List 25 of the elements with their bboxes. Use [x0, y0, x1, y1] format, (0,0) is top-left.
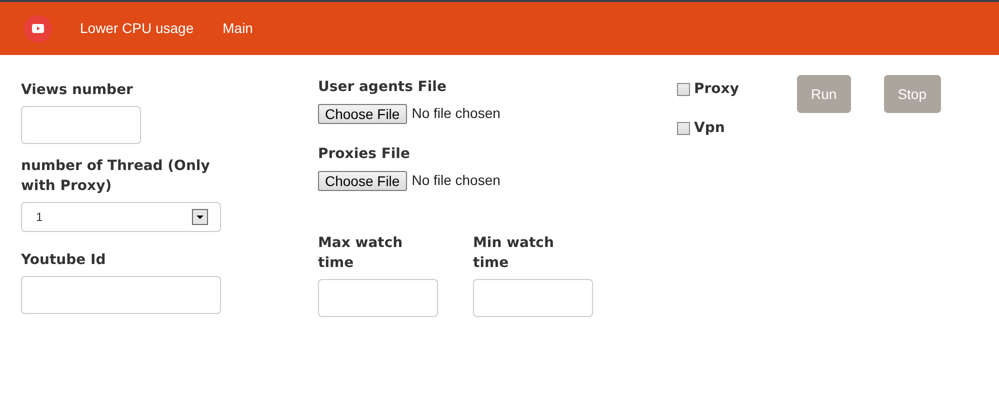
- thread-select[interactable]: 1: [21, 202, 221, 232]
- action-button[interactable]: Stop: [884, 75, 940, 113]
- field-label: Youtube Id: [21, 251, 107, 270]
- checkbox[interactable]: [677, 122, 690, 135]
- action-button[interactable]: Run: [797, 75, 851, 113]
- field-label: Views number: [21, 81, 134, 100]
- file-status-text: No file chosen: [412, 104, 500, 123]
- nav-link[interactable]: Main: [222, 18, 253, 39]
- nav-link[interactable]: Lower CPU usage: [80, 18, 194, 39]
- choose-file-button[interactable]: Choose File: [318, 170, 407, 190]
- field-label: Max watch time: [318, 234, 404, 273]
- field-label: Proxies File: [318, 145, 411, 164]
- checkbox[interactable]: [677, 83, 690, 96]
- field-label: User agents File: [318, 78, 448, 97]
- file-status-text: No file chosen: [412, 171, 500, 190]
- field-label: Min watch time: [473, 234, 555, 273]
- checkbox-label: Proxy: [694, 80, 739, 99]
- input-field[interactable]: [318, 279, 438, 317]
- video-play-icon[interactable]: [24, 14, 52, 42]
- field-label: number of Thread (Only with Proxy): [21, 157, 211, 196]
- input-field[interactable]: [21, 106, 141, 144]
- input-field[interactable]: [21, 276, 221, 314]
- input-field[interactable]: [473, 279, 593, 317]
- choose-file-button[interactable]: Choose File: [318, 104, 407, 124]
- checkbox-label: Vpn: [694, 119, 725, 138]
